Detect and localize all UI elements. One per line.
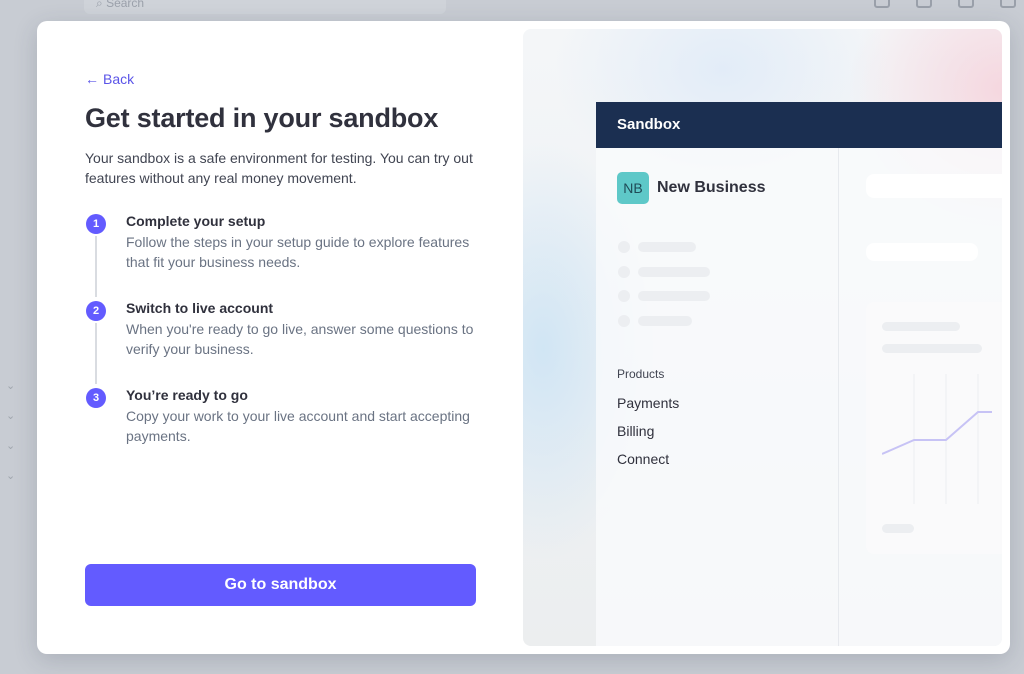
step-description: Copy your work to your live account and … <box>126 408 470 444</box>
gear-icon <box>1000 0 1016 8</box>
background-search-input: ⌕ Search <box>84 0 446 14</box>
page-title: Get started in your sandbox <box>85 103 439 133</box>
background-toolbar-icons <box>874 0 1016 8</box>
nav-item-billing: Billing <box>617 423 655 439</box>
apps-icon <box>874 0 890 8</box>
back-label: Back <box>103 71 135 87</box>
step-connector <box>95 236 97 297</box>
step-title: You’re ready to go <box>126 387 248 403</box>
chevron-down-icon: ⌄ <box>6 440 16 452</box>
mockup-line-chart <box>882 374 992 504</box>
back-link[interactable]: ← Back <box>85 71 134 87</box>
mockup-sidebar: NB New Business Products Payments Billin… <box>596 148 839 646</box>
chevron-down-icon: ⌄ <box>6 410 16 422</box>
step-description: When you're ready to go live, answer som… <box>126 321 474 357</box>
arrow-left-icon: ← <box>85 71 99 87</box>
chevron-down-icon: ⌄ <box>6 470 16 482</box>
intro-text: Your sandbox is a safe environment for t… <box>85 150 473 186</box>
nav-item-payments: Payments <box>617 395 680 411</box>
step-number-badge: 2 <box>86 301 106 321</box>
placeholder-pill <box>866 174 1002 198</box>
sandbox-preview-illustration: Sandbox NB New Business Products Payment… <box>523 29 1002 646</box>
placeholder-bar <box>882 344 982 353</box>
business-identity: NB New Business <box>617 172 765 204</box>
placeholder-row <box>618 290 710 302</box>
step-number-badge: 3 <box>86 388 106 408</box>
step-title: Switch to live account <box>126 300 274 316</box>
nav-item-connect: Connect <box>617 451 670 467</box>
business-avatar: NB <box>617 172 649 204</box>
mockup-chart-card <box>866 302 1002 554</box>
mockup-header: Sandbox <box>596 102 1002 148</box>
placeholder-row <box>618 266 710 278</box>
background-sidebar-chevrons: ⌄ ⌄ ⌄ ⌄ <box>6 380 15 482</box>
go-to-sandbox-button[interactable]: Go to sandbox <box>85 564 476 606</box>
products-section-label: Products <box>617 367 665 381</box>
business-name: New Business <box>657 179 766 196</box>
placeholder-bar <box>882 322 960 331</box>
chevron-down-icon: ⌄ <box>6 380 16 392</box>
mockup-main-area <box>840 148 1002 646</box>
placeholder-row <box>618 315 692 327</box>
bell-icon <box>958 0 974 8</box>
chat-icon <box>916 0 932 8</box>
step-description: Follow the steps in your setup guide to … <box>126 234 470 270</box>
step-number-badge: 1 <box>86 214 106 234</box>
step-2: 2 Switch to live account When you're rea… <box>85 299 485 384</box>
placeholder-bar <box>882 524 914 533</box>
placeholder-pill <box>866 243 978 261</box>
sandbox-onboarding-modal: ← Back Get started in your sandbox Your … <box>37 21 1010 654</box>
step-3: 3 You’re ready to go Copy your work to y… <box>85 386 485 471</box>
dashboard-mockup: Sandbox NB New Business Products Payment… <box>596 102 1002 646</box>
placeholder-row <box>618 241 696 253</box>
step-1: 1 Complete your setup Follow the steps i… <box>85 212 485 297</box>
step-title: Complete your setup <box>126 213 266 229</box>
modal-content: ← Back Get started in your sandbox Your … <box>85 71 485 471</box>
step-connector <box>95 323 97 384</box>
steps-list: 1 Complete your setup Follow the steps i… <box>85 212 485 471</box>
